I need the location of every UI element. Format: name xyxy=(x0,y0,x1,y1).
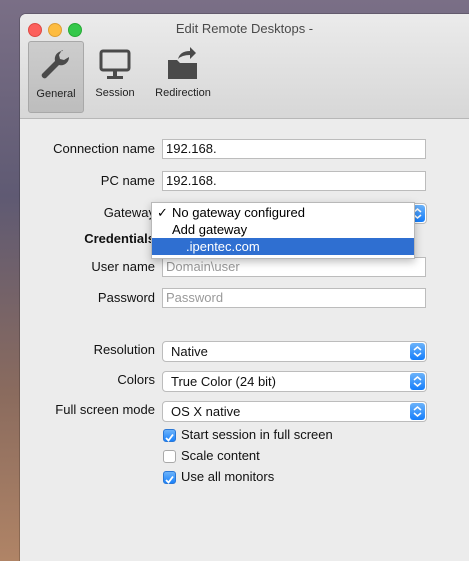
tab-session-label: Session xyxy=(95,87,135,99)
fullscreen-mode-label: Full screen mode xyxy=(55,402,155,417)
password-field[interactable]: Password xyxy=(162,288,426,308)
toolbar: Edit Remote Desktops - General Session R… xyxy=(20,14,469,119)
connection-name-field[interactable]: 192.168. xyxy=(162,139,426,159)
gateway-dropdown-menu: ✓ No gateway configured Add gateway .ipe… xyxy=(151,202,415,259)
pc-name-field[interactable]: 192.168. xyxy=(162,171,426,191)
resolution-stepper-icon xyxy=(410,343,425,360)
gateway-option-add[interactable]: Add gateway xyxy=(152,221,414,238)
credentials-heading: Credentials xyxy=(84,231,155,246)
monitor-icon xyxy=(95,45,135,85)
gateway-option-add-label: Add gateway xyxy=(172,222,248,237)
start-fullscreen-checkbox[interactable] xyxy=(163,429,176,442)
colors-stepper-icon xyxy=(410,373,425,390)
folder-arrow-icon xyxy=(163,45,203,85)
window-title: Edit Remote Desktops - xyxy=(175,21,314,36)
wrench-icon xyxy=(36,46,76,86)
gateway-option-ipentec-label: .ipentec.com xyxy=(186,239,260,254)
connection-name-label: Connection name xyxy=(53,141,155,156)
checkmark-icon xyxy=(165,433,174,442)
tab-session[interactable]: Session xyxy=(90,41,140,111)
tab-general[interactable]: General xyxy=(28,41,84,113)
scale-content-checkbox[interactable] xyxy=(163,450,176,463)
scale-content-label[interactable]: Scale content xyxy=(181,448,260,463)
use-all-monitors-label[interactable]: Use all monitors xyxy=(181,469,274,484)
tab-redirection[interactable]: Redirection xyxy=(148,41,218,111)
colors-value: True Color (24 bit) xyxy=(171,374,276,389)
user-name-field[interactable]: Domain\user xyxy=(162,257,426,277)
gateway-label: Gateway xyxy=(103,205,155,220)
checkmark-icon: ✓ xyxy=(157,205,168,220)
resolution-select[interactable]: Native xyxy=(162,341,427,362)
tab-redirection-label: Redirection xyxy=(155,87,211,99)
colors-label: Colors xyxy=(117,372,155,387)
resolution-value: Native xyxy=(171,344,208,359)
start-fullscreen-label[interactable]: Start session in full screen xyxy=(181,427,333,442)
edit-remote-desktops-window: Edit Remote Desktops - General Session R… xyxy=(20,14,469,561)
gateway-option-ipentec[interactable]: .ipentec.com xyxy=(152,238,414,255)
checkmark-icon xyxy=(165,475,174,484)
resolution-label: Resolution xyxy=(93,342,155,357)
fullscreen-stepper-icon xyxy=(410,403,425,420)
tab-general-label: General xyxy=(36,88,76,100)
fullscreen-mode-value: OS X native xyxy=(171,404,241,419)
use-all-monitors-checkbox[interactable] xyxy=(163,471,176,484)
pc-name-label: PC name xyxy=(100,173,155,188)
user-name-label: User name xyxy=(91,259,155,274)
password-label: Password xyxy=(97,290,155,305)
gateway-option-none-label: No gateway configured xyxy=(172,205,305,220)
gateway-option-none[interactable]: ✓ No gateway configured xyxy=(152,204,414,221)
fullscreen-mode-select[interactable]: OS X native xyxy=(162,401,427,422)
colors-select[interactable]: True Color (24 bit) xyxy=(162,371,427,392)
